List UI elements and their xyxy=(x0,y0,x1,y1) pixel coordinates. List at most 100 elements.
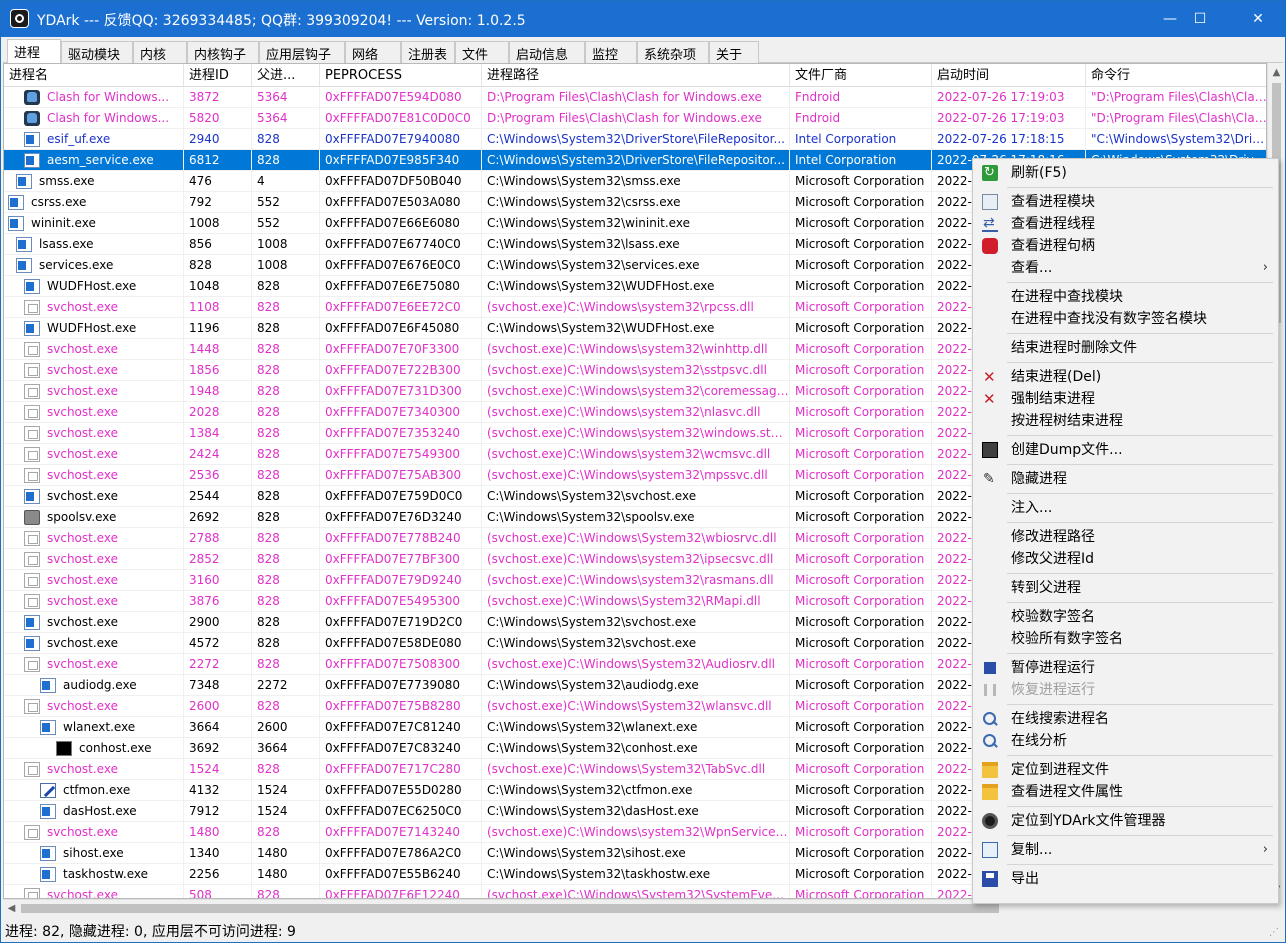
column-header[interactable]: 进程路径 xyxy=(482,64,790,87)
context-menu-item[interactable]: 隐藏进程 xyxy=(973,468,1278,490)
menu-item-label: 定位到进程文件 xyxy=(1011,759,1109,781)
tab-5[interactable]: 网络 xyxy=(345,41,401,63)
cell-path: C:\Windows\System32\svchost.exe xyxy=(482,633,790,654)
tab-1[interactable]: 驱动模块 xyxy=(61,41,133,63)
context-menu-item[interactable]: 查看进程句柄 xyxy=(973,235,1278,257)
tab-0[interactable]: 进程 xyxy=(7,39,61,64)
resize-grip-icon[interactable]: ⋰ xyxy=(1269,927,1281,939)
column-header[interactable]: 进程ID xyxy=(184,64,252,87)
tab-4[interactable]: 应用层钩子 xyxy=(259,41,345,63)
context-menu-item[interactable]: 校验数字签名 xyxy=(973,606,1278,628)
cell-path: (svchost.exe)C:\Windows\System32\SystemE… xyxy=(482,885,790,899)
cell-eprocess: 0xFFFFAD07E7C83240 xyxy=(320,738,482,759)
context-menu-item[interactable]: 修改进程路径 xyxy=(973,526,1278,548)
context-menu-item[interactable]: 在线分析 xyxy=(973,730,1278,752)
gray-process-icon xyxy=(24,552,40,567)
cell-path: (svchost.exe)C:\Windows\System32\Audiosr… xyxy=(482,654,790,675)
cell-name: svchost.exe xyxy=(42,654,184,675)
context-menu-item[interactable]: 注入... xyxy=(973,497,1278,519)
chevron-right-icon: › xyxy=(1263,839,1268,861)
chevron-right-icon: › xyxy=(1263,257,1268,279)
context-menu-item[interactable]: 查看进程线程 xyxy=(973,213,1278,235)
tab-3[interactable]: 内核钩子 xyxy=(187,41,259,63)
cell-vendor: Microsoft Corporation xyxy=(790,528,932,549)
title-bar[interactable]: YDArk --- 反馈QQ: 3269334485; QQ群: 3993092… xyxy=(1,1,1285,37)
menu-item-label: 在线分析 xyxy=(1011,730,1067,752)
cell-ppid: 828 xyxy=(252,570,320,591)
tab-10[interactable]: 系统杂项 xyxy=(637,41,709,63)
cell-eprocess: 0xFFFFAD07E6E12240 xyxy=(320,885,482,899)
cell-vendor: Microsoft Corporation xyxy=(790,423,932,444)
menu-separator xyxy=(1007,653,1273,654)
context-menu-item[interactable]: 在进程中查找没有数字签名模块 xyxy=(973,308,1278,330)
context-menu-item[interactable]: 校验所有数字签名 xyxy=(973,628,1278,650)
column-header[interactable]: 文件厂商 xyxy=(790,64,932,87)
context-menu-item[interactable]: 创建Dump文件... xyxy=(973,439,1278,461)
cell-eprocess: 0xFFFFAD07E7940080 xyxy=(320,129,482,150)
tab-2[interactable]: 内核 xyxy=(133,41,187,63)
maximize-button[interactable]: ☐ xyxy=(1171,1,1229,37)
gray-process-icon xyxy=(24,657,40,672)
context-menu-item[interactable]: 转到父进程 xyxy=(973,577,1278,599)
column-header[interactable]: 启动时间 xyxy=(932,64,1086,87)
scroll-left-arrow-icon[interactable]: ◀ xyxy=(5,902,18,915)
column-header[interactable]: 命令行 xyxy=(1086,64,1267,87)
cell-pid: 508 xyxy=(184,885,252,899)
tab-9[interactable]: 监控 xyxy=(585,41,637,63)
context-menu-item[interactable]: 定位到YDArk文件管理器 xyxy=(973,810,1278,832)
tab-8[interactable]: 启动信息 xyxy=(509,41,585,63)
context-menu-item[interactable]: 按进程树结束进程 xyxy=(973,410,1278,432)
menu-item-label: 定位到YDArk文件管理器 xyxy=(1011,810,1166,832)
table-row[interactable]: esif_uf.exe29408280xFFFFAD07E7940080C:\W… xyxy=(4,129,1267,150)
tab-6[interactable]: 注册表 xyxy=(401,41,455,63)
table-row[interactable]: Clash for Windows...387253640xFFFFAD07E5… xyxy=(4,87,1267,108)
cell-ppid: 828 xyxy=(252,423,320,444)
context-menu-item[interactable]: 查看进程文件属性 xyxy=(973,781,1278,803)
cell-vendor: Microsoft Corporation xyxy=(790,843,932,864)
column-header[interactable]: 进程名 xyxy=(4,64,184,87)
cell-pid: 1008 xyxy=(184,213,252,234)
tab-7[interactable]: 文件 xyxy=(455,41,509,63)
cell-name: svchost.exe xyxy=(42,612,184,633)
column-header[interactable]: PEPROCESS xyxy=(320,64,482,87)
close-icon xyxy=(982,391,998,407)
menu-item-label: 修改父进程Id xyxy=(1011,548,1094,570)
cell-pid: 2900 xyxy=(184,612,252,633)
scroll-up-arrow-icon[interactable]: ▲ xyxy=(1270,66,1283,79)
cell-pid: 3872 xyxy=(184,87,252,108)
context-menu-item[interactable]: 在线搜索进程名 xyxy=(973,708,1278,730)
context-menu-item[interactable]: 结束进程时删除文件 xyxy=(973,337,1278,359)
context-menu-item[interactable]: 在进程中查找模块 xyxy=(973,286,1278,308)
cell-ppid: 1008 xyxy=(252,255,320,276)
cell-name: taskhostw.exe xyxy=(58,864,184,885)
close-button[interactable]: ✕ xyxy=(1229,1,1286,37)
context-menu-item[interactable]: 查看进程模块 xyxy=(973,191,1278,213)
context-menu-item[interactable]: 查看...› xyxy=(973,257,1278,279)
context-menu-item[interactable]: 修改父进程Id xyxy=(973,548,1278,570)
column-header[interactable]: 父进... xyxy=(252,64,320,87)
context-menu-item[interactable]: 定位到进程文件 xyxy=(973,759,1278,781)
context-menu-item[interactable]: 导出 xyxy=(973,868,1278,890)
win-process-icon xyxy=(8,195,24,210)
win-process-icon xyxy=(24,615,40,630)
cell-path: C:\Windows\System32\svchost.exe xyxy=(482,486,790,507)
horizontal-scroll-thumb[interactable] xyxy=(21,904,999,913)
table-row[interactable]: Clash for Windows...582053640xFFFFAD07E8… xyxy=(4,108,1267,129)
cell-vendor: Microsoft Corporation xyxy=(790,591,932,612)
cell-path: (svchost.exe)C:\Windows\system32\nlasvc.… xyxy=(482,402,790,423)
context-menu-item[interactable]: 暂停进程运行 xyxy=(973,657,1278,679)
cell-ppid: 828 xyxy=(252,129,320,150)
tab-11[interactable]: 关于 xyxy=(709,41,759,63)
context-menu-item[interactable]: 结束进程(Del) xyxy=(973,366,1278,388)
cell-eprocess: 0xFFFFAD07E75B8280 xyxy=(320,696,482,717)
menu-separator xyxy=(1007,362,1273,363)
window-title: YDArk --- 反馈QQ: 3269334485; QQ群: 3993092… xyxy=(37,10,526,30)
win-process-icon xyxy=(8,216,24,231)
cell-vendor: Microsoft Corporation xyxy=(790,822,932,843)
cell-eprocess: 0xFFFFAD07E7549300 xyxy=(320,444,482,465)
context-menu-item[interactable]: 刷新(F5) xyxy=(973,162,1278,184)
context-menu-item[interactable]: 强制结束进程 xyxy=(973,388,1278,410)
menu-item-label: 结束进程(Del) xyxy=(1011,366,1101,388)
win-process-icon xyxy=(40,867,56,882)
context-menu-item[interactable]: 复制...› xyxy=(973,839,1278,861)
